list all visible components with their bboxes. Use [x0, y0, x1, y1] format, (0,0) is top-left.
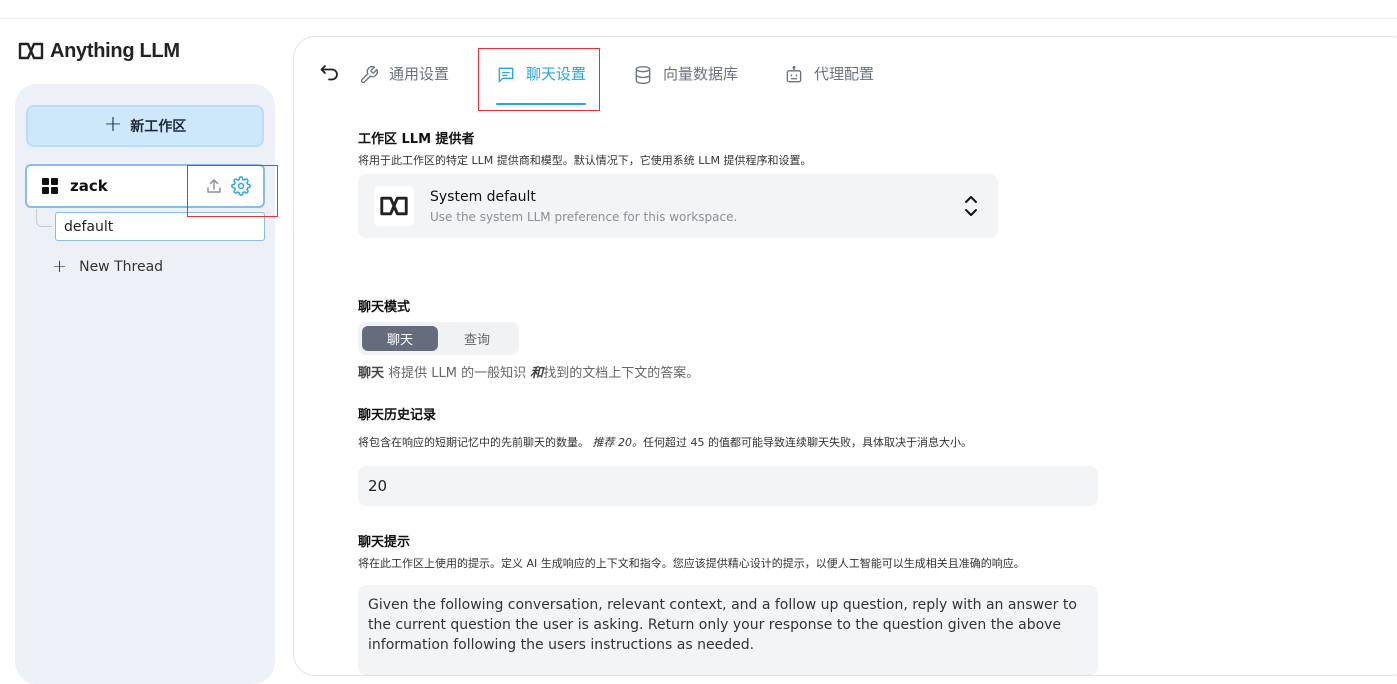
plus-icon: +	[103, 112, 123, 137]
tab-vector-database[interactable]: 向量数据库	[633, 59, 738, 105]
database-icon	[635, 66, 651, 85]
llm-provider-select[interactable]: System default Use the system LLM prefer…	[358, 174, 998, 238]
new-thread-label: New Thread	[79, 258, 164, 275]
tab-label: 通用设置	[389, 65, 450, 83]
llm-provider-description: 将用于此工作区的特定 LLM 提供商和模型。默认情况下，它使用系统 LLM 提供…	[358, 154, 812, 167]
mode-desc-strong: 聊天	[358, 366, 385, 381]
provider-logo	[374, 186, 414, 226]
mode-desc-mid: 将提供 LLM 的一般知识	[384, 366, 531, 381]
chat-mode-toggle: 聊天 查询	[358, 322, 519, 355]
wrench-icon	[360, 66, 378, 84]
chat-history-title: 聊天历史记录	[358, 408, 437, 423]
back-arrow-icon[interactable]	[319, 61, 341, 83]
chat-prompt-textarea[interactable]: Given the following conversation, releva…	[358, 585, 1098, 675]
anythingllm-logo-icon	[18, 42, 44, 60]
llm-provider-title: 工作区 LLM 提供者	[358, 132, 475, 147]
provider-name: System default	[430, 189, 536, 205]
thread-tree-connector	[36, 209, 52, 227]
chat-mode-title: 聊天模式	[358, 300, 411, 315]
history-desc-end: 任何超过 45 的值都可能导致连续聊天失败，具体取决于消息大小。	[643, 436, 972, 449]
highlight-box-workspace-actions	[187, 165, 278, 217]
anythingllm-logo-icon	[380, 196, 408, 216]
new-workspace-label: 新工作区	[130, 119, 187, 135]
new-thread-button[interactable]: + New Thread	[52, 256, 163, 277]
tab-general-settings[interactable]: 通用设置	[359, 59, 449, 105]
mode-chat-button[interactable]: 聊天	[362, 326, 438, 351]
mode-query-button[interactable]: 查询	[439, 326, 515, 351]
app-logo: Anything LLM	[18, 36, 180, 66]
chevron-up-down-icon	[965, 196, 977, 216]
chat-history-description: 将包含在响应的短期记忆中的先前聊天的数量。 推荐 20。任何超过 45 的值都可…	[358, 434, 972, 450]
tab-label: 代理配置	[814, 65, 875, 83]
workspace-name: zack	[70, 177, 108, 195]
workspace-grid-icon	[42, 178, 58, 194]
robot-icon	[786, 66, 802, 83]
chat-prompt-description: 将在此工作区上使用的提示。定义 AI 生成响应的上下文和指令。您应该提供精心设计…	[358, 557, 1025, 570]
chat-history-input[interactable]	[358, 466, 1098, 506]
top-divider	[0, 18, 1397, 19]
highlight-box-chat-tab	[478, 48, 600, 111]
provider-subtitle: Use the system LLM preference for this w…	[430, 210, 738, 224]
history-desc-start: 将包含在响应的短期记忆中的先前聊天的数量。	[358, 436, 589, 449]
mode-desc-end: 找到的文档上下文的答案。	[543, 366, 700, 381]
app-title: Anything LLM	[50, 39, 180, 62]
plus-icon: +	[52, 256, 68, 277]
mode-desc-and: 和	[530, 366, 544, 381]
history-desc-recommend: 推荐 20。	[592, 436, 644, 449]
new-workspace-button[interactable]: + 新工作区	[26, 105, 264, 147]
chat-mode-description: 聊天 将提供 LLM 的一般知识 和找到的文档上下文的答案。	[358, 362, 699, 381]
tab-agent-config[interactable]: 代理配置	[784, 59, 874, 105]
tab-label: 向量数据库	[663, 65, 739, 83]
chat-prompt-title: 聊天提示	[358, 535, 411, 550]
